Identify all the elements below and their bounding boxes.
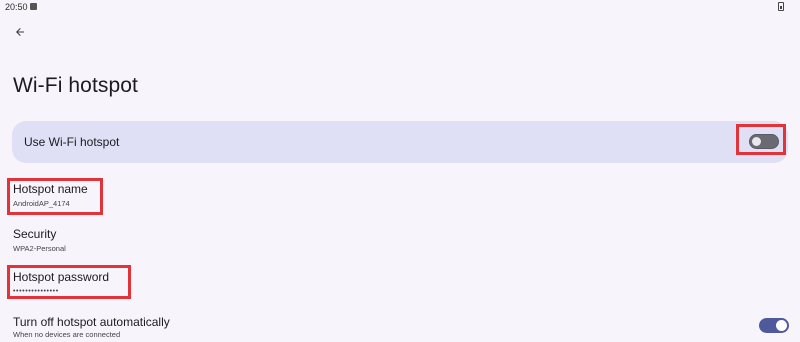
use-hotspot-label: Use Wi-Fi hotspot — [24, 135, 120, 149]
auto-off-switch[interactable] — [759, 318, 789, 333]
auto-off-item[interactable]: Turn off hotspot automatically When no d… — [13, 315, 170, 340]
security-item[interactable]: Security WPA2-Personal — [13, 227, 66, 254]
hotspot-settings-screen: 20:50 Wi-Fi hotspot Use Wi-Fi hotspot Ho… — [0, 0, 800, 342]
switch-knob — [776, 320, 787, 331]
back-button[interactable] — [10, 22, 30, 42]
switch-knob — [752, 136, 761, 146]
hotspot-password-value: ••••••••••••••• — [13, 288, 59, 295]
battery-icon — [778, 2, 784, 11]
hotspot-name-title: Hotspot name — [13, 182, 88, 196]
auto-off-subtitle: When no devices are connected — [13, 330, 121, 339]
status-time: 20:50 — [5, 2, 28, 12]
hotspot-name-value: AndroidAP_4174 — [13, 199, 70, 208]
page-title: Wi-Fi hotspot — [13, 74, 138, 97]
arrow-back-icon — [16, 28, 24, 36]
security-value: WPA2-Personal — [13, 244, 66, 253]
auto-off-title: Turn off hotspot automatically — [13, 315, 170, 329]
hotspot-password-title: Hotspot password — [13, 270, 110, 284]
use-hotspot-switch[interactable] — [749, 134, 779, 149]
status-bar: 20:50 — [0, 0, 800, 14]
notification-icon — [30, 3, 37, 10]
hotspot-name-item[interactable]: Hotspot name AndroidAP_4174 — [13, 182, 88, 209]
use-hotspot-row[interactable]: Use Wi-Fi hotspot — [12, 121, 788, 163]
hotspot-password-item[interactable]: Hotspot password ••••••••••••••• — [13, 270, 109, 297]
security-title: Security — [13, 227, 57, 241]
